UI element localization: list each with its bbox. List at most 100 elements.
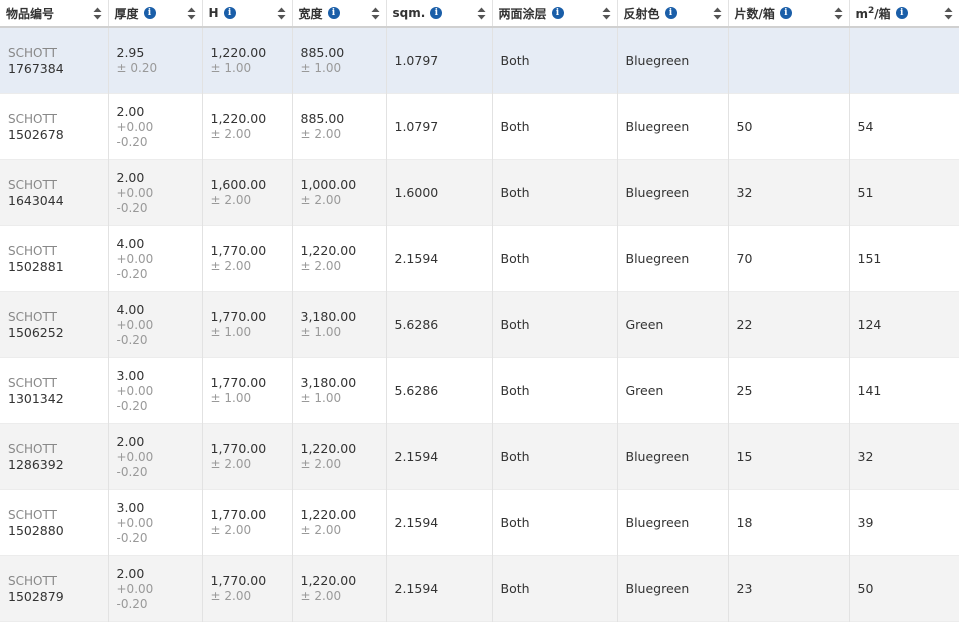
sort-icon[interactable] xyxy=(944,6,953,20)
cell-width: 3,180.00 ± 1.00 xyxy=(292,291,387,358)
brand-label: SCHOTT xyxy=(8,177,57,192)
coating-value: Both xyxy=(500,118,530,134)
reflection-color-value: Bluegreen xyxy=(625,52,690,68)
coating-value: Both xyxy=(500,448,530,464)
table-row[interactable]: SCHOTT 1643044 2.00 +0.00 -0.20 1,600.00 ± 2.0… xyxy=(0,159,959,226)
height-value: 1,770.00 xyxy=(210,309,267,324)
thickness-value: 2.95 xyxy=(116,45,145,60)
height-value: 1,600.00 xyxy=(210,177,267,192)
sort-icon[interactable] xyxy=(713,6,722,20)
info-icon[interactable]: i xyxy=(551,7,564,19)
column-header-sqm[interactable]: sqm. i xyxy=(386,0,493,28)
cell-double-coating: Both xyxy=(492,27,618,94)
info-icon[interactable]: i xyxy=(895,7,908,19)
sqm-per-box-value: 50 xyxy=(857,580,874,596)
cell-sqm-per-box: 39 xyxy=(849,490,959,556)
cell-sqm-per-box: 54 xyxy=(849,94,959,160)
cell-pieces-per-box: 50 xyxy=(728,93,850,160)
column-header-label: sqm. xyxy=(392,6,426,20)
thickness-tolerance: +0.00 xyxy=(116,581,154,596)
table-row[interactable]: SCHOTT 1502879 2.00 +0.00 -0.20 1,770.00 ± 2.0… xyxy=(0,555,959,622)
info-icon[interactable]: i xyxy=(779,7,792,19)
column-header-pieces-per-box[interactable]: 片数/箱 i xyxy=(728,0,850,28)
height-value: 1,770.00 xyxy=(210,375,267,390)
width-value: 885.00 xyxy=(300,111,345,126)
sort-icon[interactable] xyxy=(602,6,611,20)
column-header-height[interactable]: Hi xyxy=(202,0,293,28)
sort-icon[interactable] xyxy=(277,6,286,20)
table-row[interactable]: SCHOTT 1286392 2.00 +0.00 -0.20 1,770.00 ± 2.0… xyxy=(0,423,959,490)
pieces-per-box-value: 25 xyxy=(736,382,753,398)
column-header-double-coating[interactable]: 两面涂层 i xyxy=(492,0,618,28)
cell-sqm: 5.6286 xyxy=(386,357,493,424)
column-header-thickness[interactable]: 厚度 i xyxy=(108,0,203,28)
cell-reflection-color: Bluegreen xyxy=(617,159,729,226)
cell-sqm-per-box: 141 xyxy=(849,358,959,424)
cell-thickness: 2.00 +0.00 -0.20 xyxy=(108,423,203,490)
thickness-tolerance: +0.00 xyxy=(116,515,154,530)
sqm-value: 2.1594 xyxy=(394,250,439,266)
sort-icon[interactable] xyxy=(187,6,196,20)
coating-value: Both xyxy=(500,250,530,266)
sqm-per-box-value: 51 xyxy=(857,184,874,200)
cell-double-coating: Both xyxy=(492,423,618,490)
thickness-tolerance: +0.00 xyxy=(116,185,154,200)
info-icon[interactable]: i xyxy=(430,7,443,19)
height-value: 1,220.00 xyxy=(210,45,267,60)
coating-value: Both xyxy=(500,184,530,200)
cell-reflection-color: Bluegreen xyxy=(617,225,729,292)
sqm-per-box-value: 32 xyxy=(857,448,874,464)
thickness-value: 2.00 xyxy=(116,433,145,449)
sort-icon[interactable] xyxy=(371,6,380,20)
cell-sqm: 1.0797 xyxy=(386,27,493,94)
pieces-per-box-value: 50 xyxy=(736,118,753,134)
cell-double-coating: Both xyxy=(492,225,618,292)
height-tolerance: ± 2.00 xyxy=(210,127,252,141)
column-header-item-number[interactable]: 物品编号 xyxy=(0,0,109,28)
sort-icon[interactable] xyxy=(834,6,843,20)
table-row[interactable]: SCHOTT 1301342 3.00 +0.00 -0.20 1,770.00 ± 1.0… xyxy=(0,357,959,424)
thickness-tolerance: +0.00 xyxy=(116,383,154,398)
info-icon[interactable]: i xyxy=(327,7,340,19)
cell-pieces-per-box: 18 xyxy=(728,489,850,556)
sqm-per-box-value: 124 xyxy=(857,316,882,332)
cell-sqm: 2.1594 xyxy=(386,423,493,490)
table-row[interactable]: SCHOTT 1502880 3.00 +0.00 -0.20 1,770.00 ± 2.0… xyxy=(0,489,959,556)
column-header-width[interactable]: 宽度 i xyxy=(292,0,387,28)
reflection-color-value: Bluegreen xyxy=(625,448,690,464)
column-header-label: 片数/箱 xyxy=(734,6,775,21)
table-row[interactable]: SCHOTT 1506252 4.00 +0.00 -0.20 1,770.00 ± 1.0… xyxy=(0,291,959,358)
cell-reflection-color: Bluegreen xyxy=(617,555,729,622)
info-icon[interactable]: i xyxy=(143,7,156,19)
table-row[interactable]: SCHOTT 1502881 4.00 +0.00 -0.20 1,770.00 ± 2.0… xyxy=(0,225,959,292)
table-row[interactable]: SCHOTT 1502678 2.00 +0.00 -0.20 1,220.00 ± 2.0… xyxy=(0,93,959,160)
sort-icon[interactable] xyxy=(477,6,486,20)
sqm-value: 1.0797 xyxy=(394,52,439,68)
column-header-reflection-color[interactable]: 反射色 i xyxy=(617,0,729,28)
width-value: 3,180.00 xyxy=(300,375,357,390)
info-icon[interactable]: i xyxy=(223,7,236,19)
cell-sqm-per-box xyxy=(849,27,959,94)
sort-icon[interactable] xyxy=(93,6,102,20)
pieces-per-box-value: 15 xyxy=(736,448,753,464)
column-header-label: 宽度 xyxy=(298,6,323,21)
item-number: 1506252 xyxy=(8,324,64,340)
cell-thickness: 3.00 +0.00 -0.20 xyxy=(108,489,203,556)
cell-double-coating: Both xyxy=(492,555,618,622)
table-row[interactable]: SCHOTT 1767384 2.95 ± 0.20 1,220.00 ± 1.00 885… xyxy=(0,27,959,94)
cell-double-coating: Both xyxy=(492,357,618,424)
cell-pieces-per-box xyxy=(728,27,850,94)
width-value: 885.00 xyxy=(300,45,345,60)
sqm-value: 2.1594 xyxy=(394,514,439,530)
height-value: 1,770.00 xyxy=(210,573,267,588)
width-value: 3,180.00 xyxy=(300,309,357,324)
column-header-sqm-per-box[interactable]: m2/箱 i xyxy=(849,0,959,28)
brand-label: SCHOTT xyxy=(8,309,57,324)
cell-double-coating: Both xyxy=(492,93,618,160)
cell-sqm-per-box: 51 xyxy=(849,160,959,226)
cell-sqm-per-box: 151 xyxy=(849,226,959,292)
info-icon[interactable]: i xyxy=(664,7,677,19)
height-tolerance: ± 2.00 xyxy=(210,457,252,471)
pieces-per-box-value: 18 xyxy=(736,514,753,530)
cell-pieces-per-box: 23 xyxy=(728,555,850,622)
